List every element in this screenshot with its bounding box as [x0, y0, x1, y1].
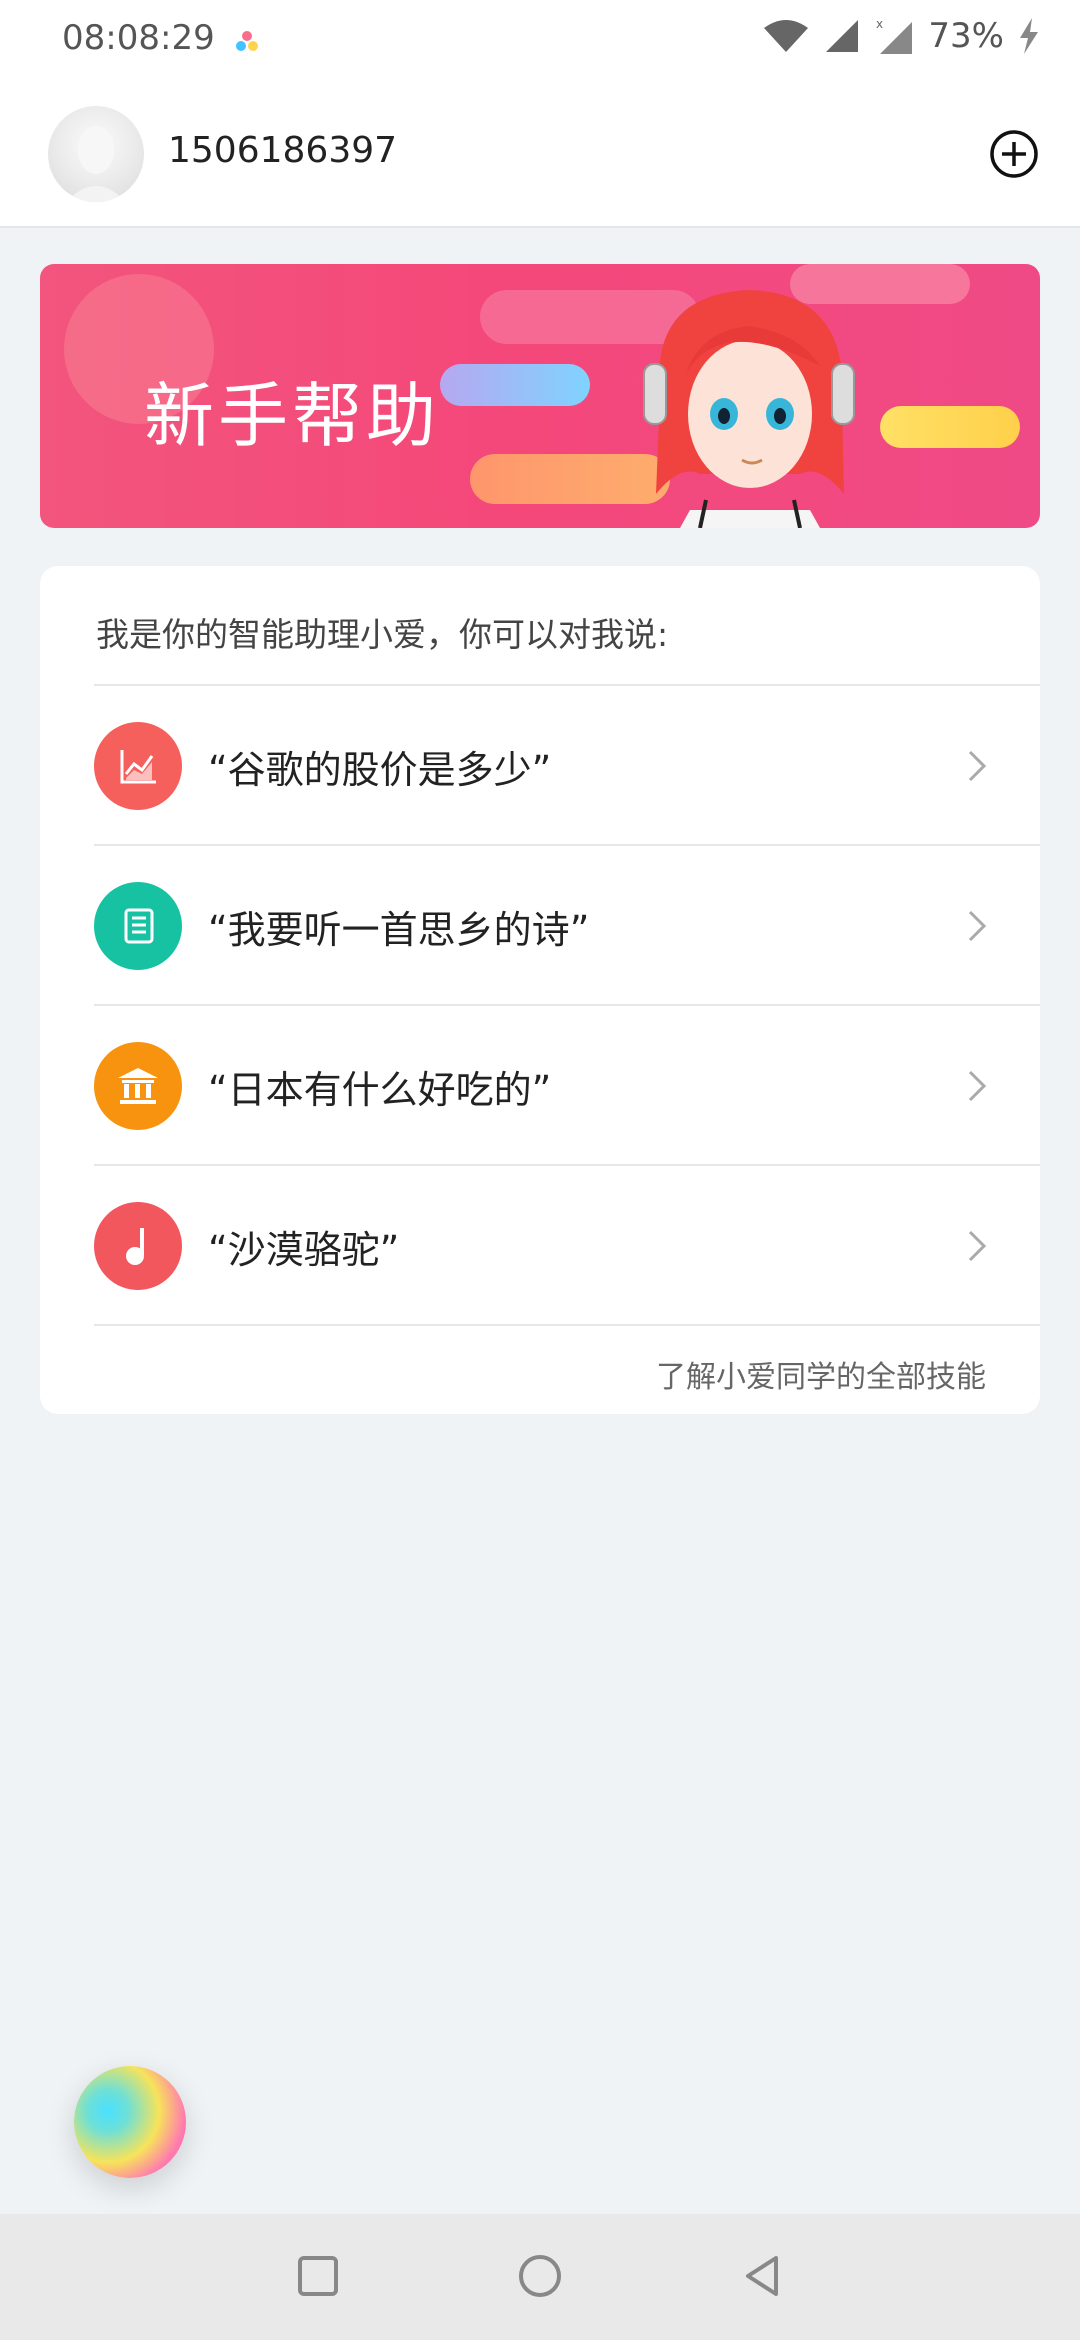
- add-button[interactable]: [988, 128, 1040, 180]
- music-note-icon: [94, 1202, 182, 1290]
- suggestion-item[interactable]: “日本有什么好吃的”: [40, 1006, 1040, 1166]
- suggestion-label: “我要听一首思乡的诗”: [208, 907, 590, 952]
- assistant-character-illustration: [643, 290, 855, 528]
- chevron-right-icon: [968, 1070, 987, 1102]
- signal-icon: [826, 20, 859, 52]
- chevron-right-icon: [968, 1230, 987, 1262]
- battery-percent: 73%: [928, 16, 1004, 56]
- home-button[interactable]: [516, 2252, 564, 2300]
- suggestion-item[interactable]: “我要听一首思乡的诗”: [40, 846, 1040, 1006]
- back-button[interactable]: [740, 2252, 784, 2300]
- suggestion-label: “谷歌的股价是多少”: [208, 747, 552, 792]
- book-icon: [94, 882, 182, 970]
- suggestion-item[interactable]: “谷歌的股价是多少”: [40, 686, 1040, 846]
- help-banner[interactable]: 新手帮助: [40, 264, 1040, 528]
- suggestion-label: “日本有什么好吃的”: [208, 1067, 552, 1112]
- stock-chart-icon: [94, 722, 182, 810]
- all-skills-link[interactable]: 了解小爱同学的全部技能: [656, 1352, 986, 1396]
- museum-icon: [94, 1042, 182, 1130]
- card-intro: 我是你的智能助理小爱，你可以对我说:: [96, 615, 669, 654]
- status-icons: x 73%: [762, 16, 1040, 56]
- decor-bubble: [440, 364, 590, 406]
- charging-icon: [1020, 18, 1038, 54]
- user-silhouette-icon: [66, 126, 126, 202]
- avatar[interactable]: [48, 106, 144, 202]
- status-bar: 08:08:29 x 73%: [0, 0, 1080, 80]
- status-time: 08:08:29: [62, 18, 215, 58]
- recent-apps-button[interactable]: [296, 2254, 340, 2298]
- wifi-icon: [764, 20, 809, 52]
- chevron-right-icon: [968, 750, 987, 782]
- system-nav-bar: [0, 2214, 1080, 2340]
- voice-assistant-button[interactable]: [74, 2066, 186, 2178]
- suggestion-item[interactable]: “沙漠骆驼”: [40, 1166, 1040, 1326]
- signal-no-sim-icon: x: [876, 17, 913, 54]
- divider: [94, 1324, 1040, 1326]
- app-notification-icon: [236, 31, 258, 51]
- banner-title: 新手帮助: [144, 375, 440, 457]
- suggestions-card: 我是你的智能助理小爱，你可以对我说: “谷歌的股价是多少” “我要听一首思乡的诗…: [40, 566, 1040, 1414]
- chevron-right-icon: [968, 910, 987, 942]
- username[interactable]: 1506186397: [168, 130, 397, 171]
- suggestion-label: “沙漠骆驼”: [208, 1227, 400, 1272]
- header: 1506186397: [0, 80, 1080, 228]
- svg-text:x: x: [876, 17, 883, 31]
- decor-bubble: [880, 406, 1020, 448]
